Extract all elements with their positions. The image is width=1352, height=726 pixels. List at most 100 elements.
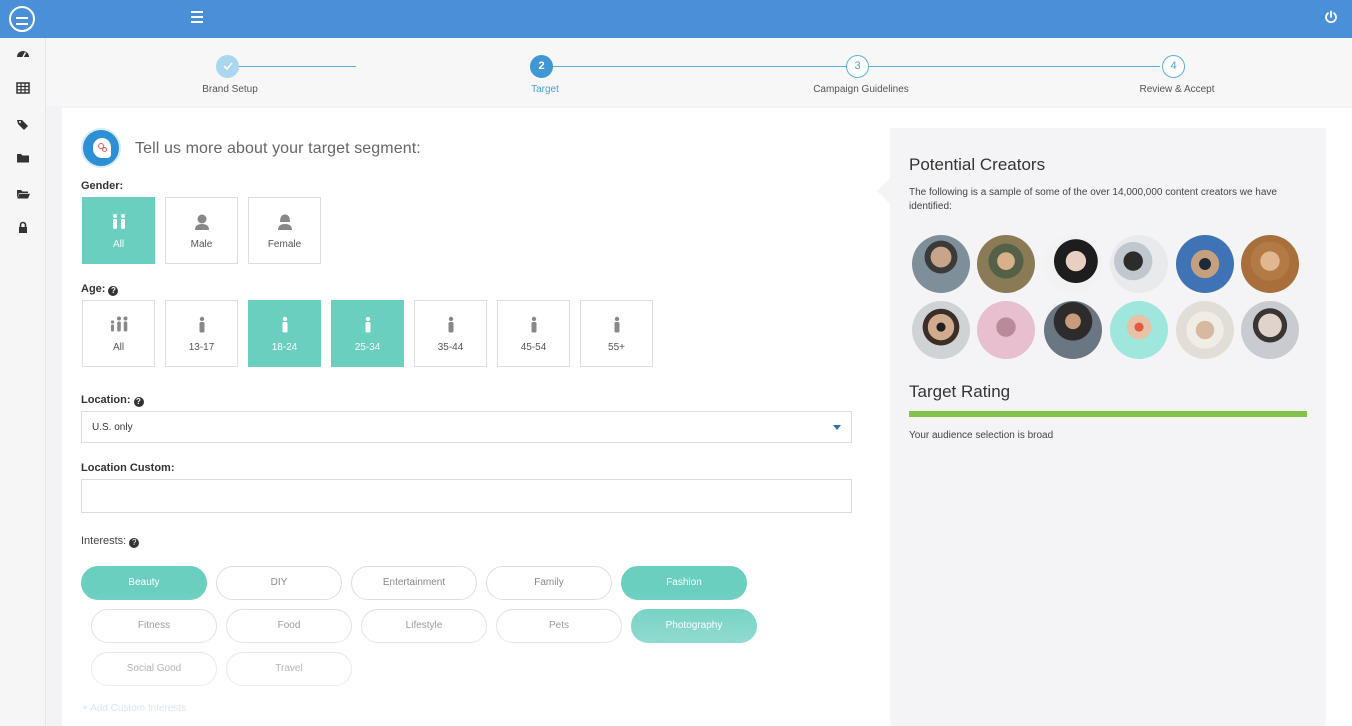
help-icon[interactable]: ?: [129, 538, 140, 548]
panel-arrow: [877, 178, 890, 204]
creator-avatar[interactable]: [1044, 235, 1102, 293]
gender-option-label: Female: [267, 239, 302, 250]
person-icon: [448, 316, 453, 333]
target-rating-fill: [909, 411, 1307, 417]
age-option-label: 25-34: [354, 342, 381, 353]
location-custom-input[interactable]: [81, 479, 852, 513]
step-4-label[interactable]: Review & Accept: [1139, 84, 1214, 95]
folder-open-icon[interactable]: [15, 186, 31, 202]
age-option-label: 18-24: [271, 342, 298, 353]
creator-avatar[interactable]: [977, 301, 1035, 359]
gender-option-female[interactable]: Female: [248, 197, 321, 264]
interest-pill-entertainment[interactable]: Entertainment: [351, 566, 477, 600]
creator-avatar[interactable]: [1110, 235, 1168, 293]
gender-option-label: All: [112, 239, 125, 250]
age-option-label: All: [112, 342, 125, 353]
step-3-circle[interactable]: 3: [846, 55, 869, 78]
person-icon: [365, 316, 370, 333]
top-bar: [0, 0, 1352, 38]
interest-pill-social-good[interactable]: Social Good: [91, 652, 217, 686]
female-user-icon: [277, 214, 292, 230]
caret-down-icon: [833, 425, 841, 430]
step-1-circle[interactable]: [216, 55, 239, 78]
interest-pill-beauty[interactable]: Beauty: [81, 566, 207, 600]
location-label: Location:?: [81, 394, 144, 407]
age-label-text: Age:: [81, 283, 106, 295]
age-option-18-24[interactable]: 18-24: [248, 300, 321, 367]
interest-pill-fashion[interactable]: Fashion: [621, 566, 747, 600]
tags-icon[interactable]: [15, 116, 31, 132]
person-icon: [531, 316, 536, 333]
add-custom-interests-link[interactable]: + Add Custom Interests: [82, 703, 186, 714]
panel-description: The following is a sample of some of the…: [909, 187, 1277, 212]
step-4-circle[interactable]: 4: [1162, 55, 1185, 78]
interest-pill-pets[interactable]: Pets: [496, 609, 622, 643]
family-icon: [110, 316, 127, 332]
gender-option-label: Male: [190, 239, 213, 250]
interest-pill-family[interactable]: Family: [486, 566, 612, 600]
help-icon[interactable]: ?: [108, 286, 119, 296]
step-connector: [552, 66, 846, 67]
step-1-label[interactable]: Brand Setup: [202, 84, 258, 95]
step-3-label[interactable]: Campaign Guidelines: [813, 84, 909, 95]
age-option-label: 13-17: [188, 342, 215, 353]
help-icon[interactable]: ?: [133, 397, 144, 407]
dashboard-icon[interactable]: [15, 46, 31, 62]
person-icon: [614, 316, 619, 333]
male-user-icon: [194, 214, 209, 230]
step-connector: [239, 66, 356, 67]
age-option-all[interactable]: All: [82, 300, 155, 367]
creator-avatar[interactable]: [1044, 301, 1102, 359]
target-head-icon: [81, 128, 121, 168]
creator-avatar[interactable]: [1241, 235, 1299, 293]
person-icon: [199, 316, 204, 333]
folder-icon[interactable]: [15, 150, 31, 166]
target-rating-bar: [909, 411, 1307, 417]
interests-label: Interests:?: [81, 535, 140, 548]
lock-icon[interactable]: [15, 220, 31, 236]
power-icon[interactable]: [1323, 9, 1339, 25]
gender-label: Gender:: [81, 180, 124, 192]
page-heading: Tell us more about your target segment:: [135, 140, 421, 157]
age-option-13-17[interactable]: 13-17: [165, 300, 238, 367]
age-option-45-54[interactable]: 45-54: [497, 300, 570, 367]
interest-pill-fitness[interactable]: Fitness: [91, 609, 217, 643]
age-option-35-44[interactable]: 35-44: [414, 300, 487, 367]
gender-option-male[interactable]: Male: [165, 197, 238, 264]
creator-avatar[interactable]: [1110, 301, 1168, 359]
logo[interactable]: [9, 6, 35, 32]
step-2-circle[interactable]: 2: [530, 55, 553, 78]
progress-steps: 2 3 4 Brand Setup Target Campaign Guidel…: [46, 38, 1352, 106]
interests-label-text: Interests:: [81, 535, 127, 547]
sidebar: [0, 38, 46, 726]
age-option-55-plus[interactable]: 55+: [580, 300, 653, 367]
step-connector: [868, 66, 1160, 67]
interest-pill-lifestyle[interactable]: Lifestyle: [361, 609, 487, 643]
table-icon[interactable]: [15, 80, 31, 96]
check-icon: [222, 62, 233, 71]
creator-avatar[interactable]: [912, 301, 970, 359]
creator-avatar[interactable]: [912, 235, 970, 293]
location-selected-value: U.S. only: [92, 422, 133, 433]
panel-title: Potential Creators: [909, 155, 1046, 174]
location-custom-label: Location Custom:: [81, 462, 175, 474]
creator-avatar[interactable]: [1176, 301, 1234, 359]
target-rating-text: Your audience selection is broad: [909, 430, 1054, 441]
interest-pill-diy[interactable]: DIY: [216, 566, 342, 600]
potential-creators-panel: [890, 128, 1326, 726]
creator-avatar[interactable]: [977, 235, 1035, 293]
gender-option-all[interactable]: All: [82, 197, 155, 264]
creator-avatar[interactable]: [1241, 301, 1299, 359]
age-option-25-34[interactable]: 25-34: [331, 300, 404, 367]
interest-pill-travel[interactable]: Travel: [226, 652, 352, 686]
target-rating-title: Target Rating: [909, 382, 1011, 401]
age-option-label: 45-54: [520, 342, 547, 353]
creator-avatar[interactable]: [1176, 235, 1234, 293]
age-option-label: 55+: [608, 342, 625, 353]
location-select[interactable]: U.S. only: [81, 411, 852, 443]
interest-pill-food[interactable]: Food: [226, 609, 352, 643]
step-2-label[interactable]: Target: [531, 84, 559, 95]
hamburger-menu-icon[interactable]: [191, 11, 205, 25]
location-label-text: Location:: [81, 394, 131, 406]
interest-pill-photography[interactable]: Photography: [631, 609, 757, 643]
